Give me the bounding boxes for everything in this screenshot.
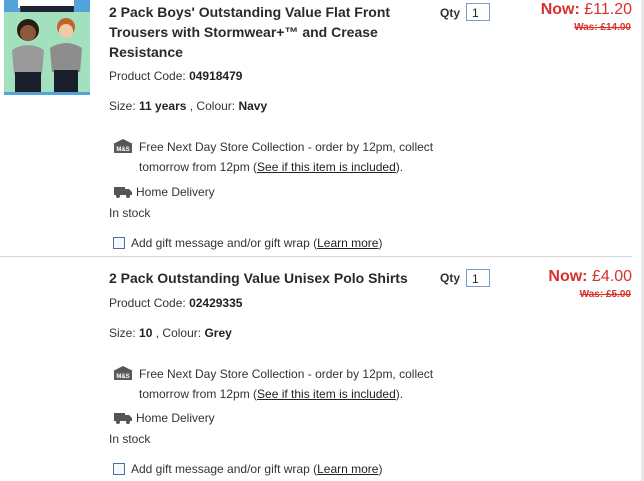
ms-store-icon: M&S (113, 139, 133, 153)
size-value: 10 (139, 326, 153, 340)
gift-wrap-checkbox[interactable] (113, 237, 125, 249)
qty-input[interactable]: 1 (466, 3, 490, 21)
gift-message-label[interactable]: Add gift message and/or gift wrap (Learn… (131, 462, 382, 476)
stock-status: In stock (109, 206, 151, 220)
learn-more-link[interactable]: Learn more (317, 236, 378, 250)
colour-value: Navy (238, 99, 268, 113)
collection-end: ). (395, 387, 404, 401)
qty-label: Qty (440, 271, 461, 285)
product-code-label: Product Code: (109, 69, 186, 83)
size-value: 11 years (139, 99, 187, 113)
gift-end: ) (378, 462, 383, 476)
store-collection-info: Free Next Day Store Collection - order b… (139, 137, 444, 177)
colour-label: , Colour: (189, 99, 236, 113)
price-was: Was: £14.00 (574, 22, 631, 33)
gift-text: Add gift message and/or gift wrap ( (131, 462, 318, 476)
product-title[interactable]: 2 Pack Outstanding Value Unisex Polo Shi… (109, 268, 419, 288)
price-was: Was: £5.00 (579, 289, 631, 300)
store-collection-info: Free Next Day Store Collection - order b… (139, 364, 444, 404)
colour-label: , Colour: (155, 326, 202, 340)
product-title[interactable]: 2 Pack Boys' Outstanding Value Flat Fron… (109, 2, 419, 62)
price-now-label: Now: (548, 268, 588, 285)
price-now: Now: £4.00 (548, 268, 632, 286)
collection-end: ). (395, 160, 404, 174)
home-delivery: Home Delivery (136, 411, 215, 425)
gift-text: Add gift message and/or gift wrap ( (131, 236, 318, 250)
qty-input[interactable]: 1 (466, 269, 490, 287)
price-now: Now: £11.20 (541, 1, 632, 19)
qty-label: Qty (440, 6, 461, 20)
truck-icon (114, 413, 132, 424)
product-code-value: 02429335 (189, 296, 243, 310)
ms-store-icon: M&S (113, 366, 133, 380)
gift-wrap-checkbox[interactable] (113, 463, 125, 475)
size-colour: Size: 11 years , Colour: Navy (109, 99, 267, 113)
product-image[interactable] (4, 12, 90, 92)
product-code-label: Product Code: (109, 296, 186, 310)
learn-more-link[interactable]: Learn more (317, 462, 378, 476)
collection-eligibility-link[interactable]: See if this item is included (257, 160, 396, 174)
home-delivery: Home Delivery (136, 185, 215, 199)
product-code: Product Code: 04918479 (109, 69, 242, 83)
truck-icon (114, 187, 132, 198)
price-now-amount: £11.20 (584, 1, 632, 18)
price-now-label: Now: (540, 1, 580, 18)
price-now-amount: £4.00 (591, 268, 632, 285)
product-code-value: 04918479 (189, 69, 243, 83)
size-label: Size: (109, 326, 136, 340)
product-code: Product Code: 02429335 (109, 296, 242, 310)
gift-message-label[interactable]: Add gift message and/or gift wrap (Learn… (131, 236, 382, 250)
gift-end: ) (378, 236, 383, 250)
size-colour: Size: 10 , Colour: Grey (109, 326, 232, 340)
colour-value: Grey (204, 326, 232, 340)
svg-text:M&S: M&S (116, 374, 129, 380)
size-label: Size: (109, 99, 136, 113)
svg-text:M&S: M&S (116, 147, 129, 153)
polo-shirts-photo (4, 12, 90, 92)
stock-status: In stock (109, 432, 151, 446)
collection-eligibility-link[interactable]: See if this item is included (257, 387, 396, 401)
